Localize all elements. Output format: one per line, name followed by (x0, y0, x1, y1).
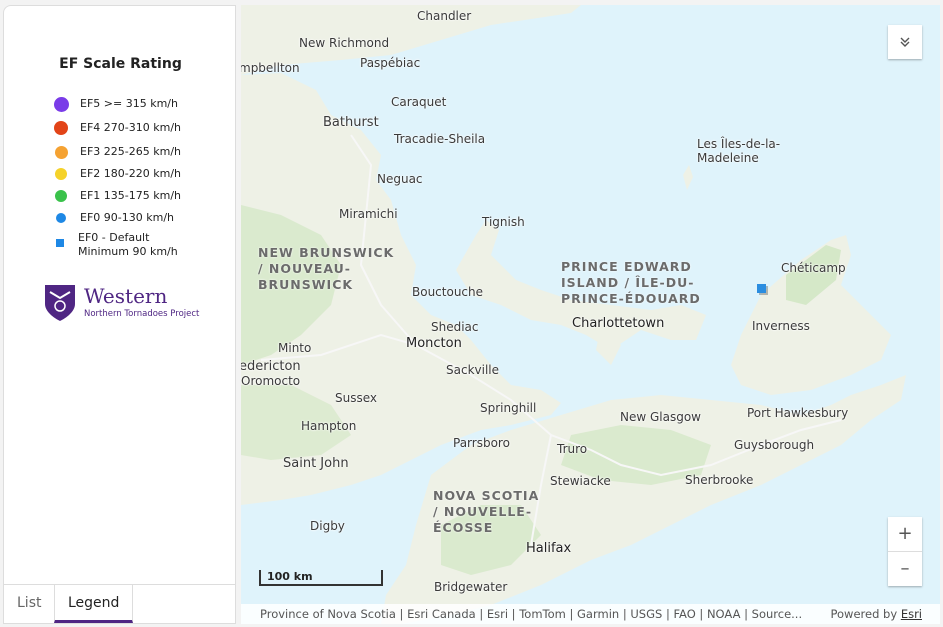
place-label: Saint John (283, 456, 349, 471)
legend-swatch-ef1 (55, 190, 67, 202)
place-label: New Richmond (299, 36, 390, 50)
province-label-nb: NEW BRUNSWICK / NOUVEAU- BRUNSWICK (258, 245, 395, 292)
place-label: Neguac (377, 172, 423, 186)
zoom-out-button[interactable]: – (888, 551, 922, 586)
place-label: Tignish (482, 215, 525, 229)
attribution-text[interactable]: Province of Nova Scotia | Esri Canada | … (260, 604, 802, 624)
legend-swatch-ef2 (55, 168, 67, 180)
place-label: Chéticamp (781, 261, 846, 275)
place-label: Miramichi (339, 207, 398, 221)
place-label: Les Îles-de-la- (697, 137, 781, 151)
default-marker-swatch (56, 239, 64, 247)
province-label-pei: PRINCE EDWARD ISLAND / ÎLE-DU- PRINCE-ÉDOU… (561, 259, 701, 306)
legend-label-ef4: EF4 270-310 km/h (80, 121, 181, 134)
panel-tabs: List Legend (4, 584, 235, 623)
place-label: Shediac (431, 320, 479, 334)
map-view[interactable]: Chandler New Richmond Paspébiac mpbellto… (241, 5, 940, 624)
place-label: Bridgewater (434, 580, 508, 594)
legend-swatch-ef0 (56, 213, 66, 223)
province-label-ns: NOVA SCOTIA / NOUVELLE- ÉCOSSE (433, 488, 540, 535)
logo-wordmark: Western (84, 284, 168, 308)
legend-label-ef0: EF0 90-130 km/h (80, 211, 174, 224)
place-label: Bouctouche (412, 285, 484, 299)
place-label: Tracadie-Sheila (394, 132, 486, 146)
legend-swatch-ef5 (53, 96, 69, 112)
city-label: Halifax (526, 541, 572, 556)
place-label: Parrsboro (453, 436, 510, 450)
map-attribution: Province of Nova Scotia | Esri Canada | … (241, 604, 940, 624)
esri-link[interactable]: Esri (901, 607, 922, 621)
tab-list[interactable]: List (4, 585, 54, 623)
chevron-double-down-icon (900, 37, 910, 47)
place-label: Inverness (752, 319, 810, 333)
legend-label-ef1: EF1 135-175 km/h (80, 189, 181, 202)
scale-bar: 100 km (259, 570, 383, 586)
place-label: Guysborough (734, 438, 815, 452)
place-label: Chandler (417, 9, 472, 23)
place-label: Oromocto (241, 374, 301, 388)
place-label: edericton (241, 359, 301, 374)
place-label: Sackville (446, 363, 500, 377)
place-label: Port Hawkesbury (747, 406, 849, 420)
legend-panel: EF Scale Rating EF5 >= 315 km/h EF4 270-3… (3, 5, 236, 624)
place-label: Springhill (480, 401, 537, 415)
legend-swatch-ef4 (54, 121, 68, 135)
place-label: mpbellton (241, 61, 300, 75)
place-label: Bathurst (323, 115, 379, 130)
tornado-marker[interactable] (757, 284, 766, 293)
zoom-control: + – (888, 517, 922, 586)
logo-subtitle: Northern Tornadoes Project (84, 309, 200, 319)
place-label: Caraquet (391, 95, 447, 109)
legend-label-ef5: EF5 >= 315 km/h (80, 97, 178, 110)
default-line2: Minimum 90 km/h (78, 245, 178, 258)
powered-by: Powered by Esri (830, 607, 923, 621)
place-label: Sussex (335, 391, 377, 405)
place-label: New Glasgow (620, 410, 701, 424)
tab-legend[interactable]: Legend (54, 585, 134, 623)
legend-label-ef3: EF3 225-265 km/h (80, 145, 181, 158)
default-marker-label: EF0 - Default Minimum 90 km/h (78, 231, 178, 259)
city-label: Moncton (406, 336, 462, 351)
place-label: Digby (310, 519, 345, 533)
place-label: Sherbrooke (685, 473, 754, 487)
place-label: Hampton (301, 419, 357, 433)
zoom-in-button[interactable]: + (888, 517, 922, 551)
default-line1: EF0 - Default (78, 231, 150, 244)
basemap (241, 5, 940, 624)
place-label: Stewiacke (550, 474, 611, 488)
place-label: Truro (557, 442, 588, 456)
city-label: Charlottetown (572, 316, 665, 331)
crest-icon (45, 285, 75, 321)
place-label: Paspébiac (360, 56, 421, 70)
place-label: Madeleine (697, 151, 759, 165)
legend-label-ef2: EF2 180-220 km/h (80, 167, 181, 180)
expand-button[interactable] (888, 25, 922, 59)
legend-swatch-ef3 (54, 145, 68, 159)
place-label: Minto (278, 341, 312, 355)
legend-title: EF Scale Rating (59, 56, 182, 72)
western-logo: Western Northern Tornadoes Project (44, 284, 199, 326)
